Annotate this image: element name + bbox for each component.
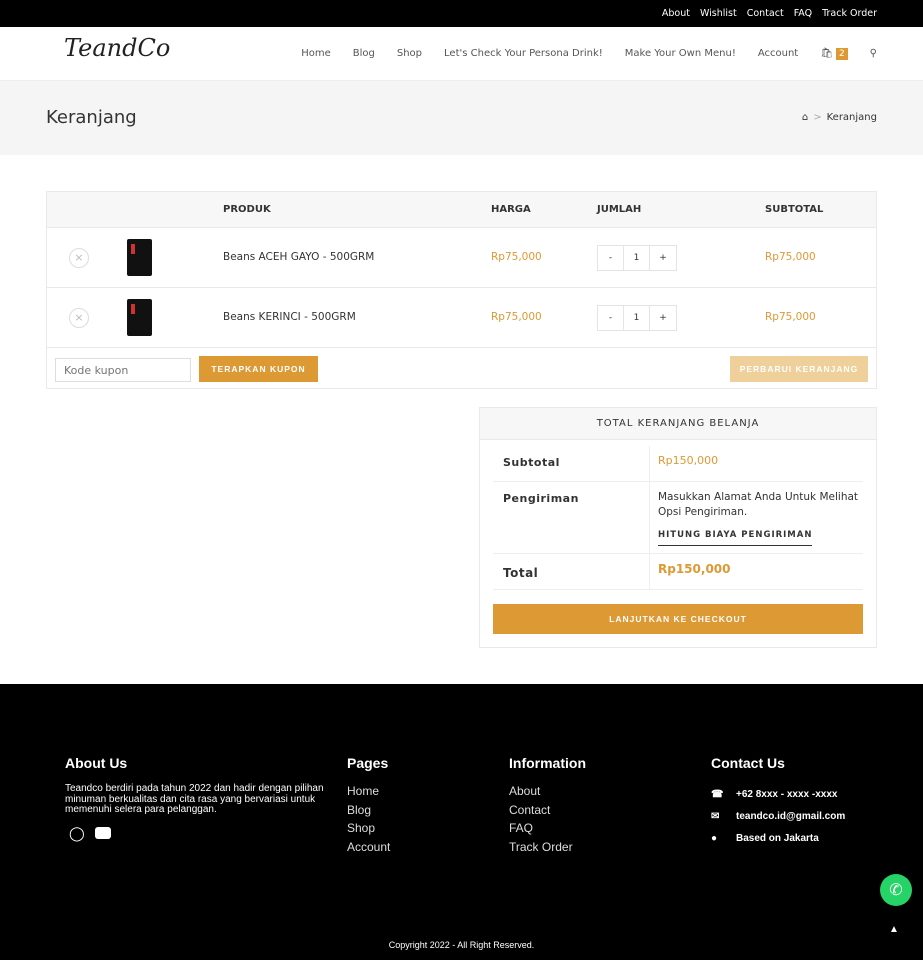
topbar-link-faq[interactable]: FAQ — [794, 8, 812, 19]
copyright: Copyright 2022 - All Right Reserved. — [388, 940, 535, 950]
nav-account[interactable]: Account — [758, 48, 798, 59]
topbar-link-about[interactable]: About — [662, 8, 690, 19]
about-title: About Us — [65, 755, 128, 771]
product-thumbnail[interactable] — [127, 299, 152, 336]
col-product: PRODUK — [223, 204, 271, 215]
youtube-icon[interactable] — [95, 827, 111, 839]
contact-email[interactable]: teandco.id@gmail.com — [736, 811, 845, 822]
subtotal-value: Rp150,000 — [649, 446, 718, 481]
remove-item-button[interactable]: × — [69, 248, 89, 268]
quantity-input[interactable]: 1 — [624, 306, 650, 330]
subtotal-label: Subtotal — [503, 456, 560, 469]
calculate-shipping-link[interactable]: HITUNG BIAYA PENGIRIMAN — [658, 528, 813, 546]
shipping-cell: Masukkan Alamat Anda Untuk Melihat Opsi … — [649, 482, 863, 553]
info-title: Information — [509, 755, 586, 771]
contact-title: Contact Us — [711, 755, 785, 771]
bag-icon: 🛍 — [820, 48, 833, 59]
cart-count-badge: 2 — [835, 48, 848, 60]
footer-link-blog[interactable]: Blog — [347, 801, 390, 820]
product-name[interactable]: Beans KERINCI - 500GRM — [223, 311, 356, 323]
col-price: HARGA — [491, 204, 531, 215]
cart-button[interactable]: 🛍 2 — [820, 48, 848, 60]
apply-coupon-button[interactable]: TERAPKAN KUPON — [199, 356, 318, 382]
pages-links: Home Blog Shop Account — [347, 782, 390, 857]
quantity-stepper: -1 + — [597, 305, 677, 331]
whatsapp-button[interactable]: ✆ — [880, 874, 912, 906]
product-thumbnail[interactable] — [127, 239, 152, 276]
total-value: Rp150,000 — [649, 554, 731, 589]
shipping-text: Masukkan Alamat Anda Untuk Melihat Opsi … — [658, 491, 859, 518]
location-icon: ● — [711, 833, 718, 844]
remove-item-button[interactable]: × — [69, 308, 89, 328]
main-nav: Home Blog Shop Let's Check Your Persona … — [301, 48, 877, 60]
product-subtotal: Rp75,000 — [765, 311, 816, 323]
total-row: Total Rp150,000 — [493, 554, 863, 590]
col-qty: JUMLAH — [597, 204, 642, 215]
increase-button[interactable]: + — [650, 306, 676, 330]
breadcrumb-separator: > — [813, 112, 822, 123]
table-row: × Beans ACEH GAYO - 500GRM Rp75,000 -1 + … — [47, 228, 876, 288]
product-subtotal: Rp75,000 — [765, 251, 816, 263]
product-price: Rp75,000 — [491, 311, 542, 323]
table-header: PRODUK HARGA JUMLAH SUBTOTAL — [47, 192, 876, 228]
footer-link-account[interactable]: Account — [347, 838, 390, 857]
page-header — [0, 81, 923, 155]
contact-phone: +62 8xxx - xxxx -xxxx — [736, 789, 838, 800]
scroll-top-button[interactable]: ▲ — [889, 924, 899, 935]
coupon-row: TERAPKAN KUPON PERBARUI KERANJANG — [47, 348, 876, 390]
topbar-link-contact[interactable]: Contact — [747, 8, 784, 19]
update-cart-button[interactable]: PERBARUI KERANJANG — [730, 356, 868, 382]
footer-link-contact[interactable]: Contact — [509, 801, 573, 820]
breadcrumb-current: Keranjang — [826, 112, 877, 123]
cart-table: PRODUK HARGA JUMLAH SUBTOTAL × Beans ACE… — [46, 191, 877, 389]
nav-make-menu[interactable]: Make Your Own Menu! — [625, 48, 736, 59]
topbar-link-wishlist[interactable]: Wishlist — [700, 8, 737, 19]
footer-link-about[interactable]: About — [509, 782, 573, 801]
product-name[interactable]: Beans ACEH GAYO - 500GRM — [223, 251, 374, 263]
col-subtotal: SUBTOTAL — [765, 204, 824, 215]
logo[interactable]: TeandCo — [64, 34, 170, 62]
product-price: Rp75,000 — [491, 251, 542, 263]
info-links: About Contact FAQ Track Order — [509, 782, 573, 857]
quantity-input[interactable]: 1 — [624, 246, 650, 270]
contact-list: ☎ +62 8xxx - xxxx -xxxx ✉ teandco.id@gmail… — [711, 784, 845, 850]
email-icon: ✉ — [711, 811, 720, 822]
checkout-button[interactable]: LANJUTKAN KE CHECKOUT — [493, 604, 863, 634]
phone-icon: ☎ — [711, 789, 724, 800]
subtotal-row: Subtotal Rp150,000 — [493, 446, 863, 482]
footer-link-shop[interactable]: Shop — [347, 819, 390, 838]
footer-link-track-order[interactable]: Track Order — [509, 838, 573, 857]
table-row: × Beans KERINCI - 500GRM Rp75,000 -1 + Rp… — [47, 288, 876, 348]
about-text: Teandco berdiri pada tahun 2022 dan hadi… — [65, 783, 324, 815]
totals-title: TOTAL KERANJANG BELANJA — [480, 408, 876, 440]
breadcrumb: ⌂ > Keranjang — [802, 112, 877, 123]
total-label: Total — [503, 566, 539, 580]
footer-link-faq[interactable]: FAQ — [509, 819, 573, 838]
nav-blog[interactable]: Blog — [353, 48, 375, 59]
whatsapp-icon: ✆ — [889, 880, 903, 899]
topbar-link-track-order[interactable]: Track Order — [822, 8, 877, 19]
coupon-input[interactable] — [55, 358, 191, 382]
top-bar: About Wishlist Contact FAQ Track Order — [0, 0, 923, 27]
nav-home[interactable]: Home — [301, 48, 331, 59]
pages-title: Pages — [347, 755, 389, 771]
shipping-row: Pengiriman Masukkan Alamat Anda Untuk Me… — [493, 482, 863, 554]
nav-shop[interactable]: Shop — [397, 48, 422, 59]
footer: About Us Teandco berdiri pada tahun 2022… — [0, 684, 923, 960]
footer-link-home[interactable]: Home — [347, 782, 390, 801]
nav-persona-drink[interactable]: Let's Check Your Persona Drink! — [444, 48, 603, 59]
decrease-button[interactable]: - — [598, 246, 624, 270]
home-icon[interactable]: ⌂ — [802, 112, 808, 123]
increase-button[interactable]: + — [650, 246, 676, 270]
quantity-stepper: -1 + — [597, 245, 677, 271]
search-icon[interactable]: ⚲ — [870, 48, 877, 59]
page-title: Keranjang — [46, 107, 137, 128]
decrease-button[interactable]: - — [598, 306, 624, 330]
instagram-icon[interactable]: ◯ — [69, 825, 85, 842]
shipping-label: Pengiriman — [503, 492, 579, 505]
cart-totals: TOTAL KERANJANG BELANJA Subtotal Rp150,0… — [479, 407, 877, 648]
contact-location: Based on Jakarta — [736, 833, 819, 844]
